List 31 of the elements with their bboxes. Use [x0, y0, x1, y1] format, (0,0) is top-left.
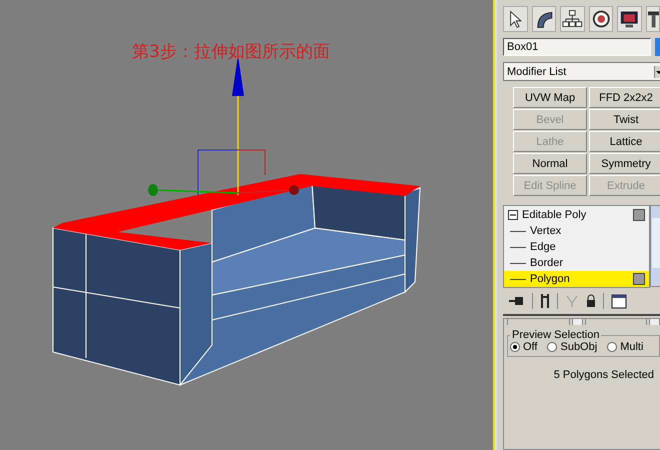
modifier-button[interactable]: Symmetry — [589, 153, 660, 174]
modifier-button[interactable]: Twist — [589, 109, 660, 130]
monitor-icon[interactable] — [617, 6, 642, 32]
modifier-button[interactable]: FFD 2x2x2 — [589, 87, 660, 108]
radio-button[interactable] — [510, 342, 520, 352]
modifier-button[interactable]: Normal — [513, 153, 587, 174]
color-swatch[interactable] — [655, 38, 660, 56]
radio-button[interactable] — [547, 342, 558, 352]
radio-label: Off — [523, 341, 538, 353]
lock-icon[interactable] — [586, 294, 596, 308]
group-title: Preview Selection — [511, 329, 600, 341]
radio-label: SubObj — [560, 341, 598, 353]
curved-pipe-icon[interactable] — [532, 6, 556, 32]
hierarchy-icon[interactable] — [560, 6, 585, 32]
stack-item[interactable]: Editable Poly — [522, 209, 629, 221]
scrollbar[interactable] — [650, 205, 660, 287]
modifier-button[interactable]: Lattice — [589, 131, 660, 152]
collapse-toggle-icon[interactable] — [508, 210, 518, 220]
step-caption: 第3步：拉伸如图所示的面 — [132, 41, 330, 63]
radio-button[interactable] — [607, 342, 618, 352]
pin-icon[interactable] — [509, 294, 525, 308]
object-name-field[interactable]: Box01 — [503, 38, 651, 56]
sub-object-item[interactable]: Edge — [530, 241, 645, 253]
modifier-list-dropdown[interactable]: Modifier List — [503, 62, 660, 81]
sub-object-item[interactable]: Border — [530, 257, 645, 269]
modifier-button[interactable]: UVW Map — [513, 87, 587, 108]
selection-status: 5 Polygons Selected — [552, 368, 655, 381]
sub-object-item[interactable]: Vertex — [530, 225, 645, 237]
radio-label: Multi — [620, 341, 644, 353]
square-toggle-icon[interactable] — [633, 273, 645, 285]
square-toggle-icon[interactable] — [633, 209, 645, 221]
